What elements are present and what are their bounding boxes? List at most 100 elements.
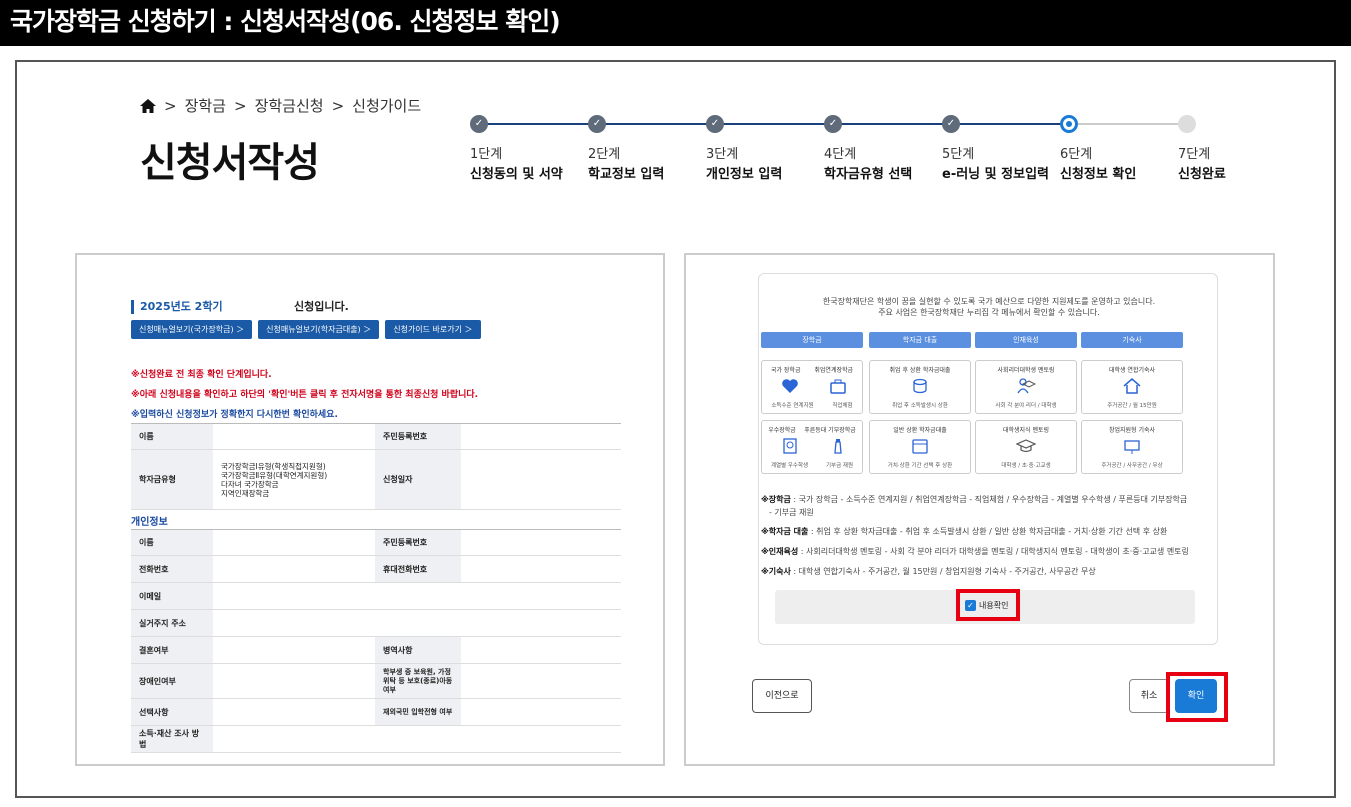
step-num: 7단계 — [1178, 147, 1211, 162]
label-rrn: 주민등록번호 — [375, 529, 461, 556]
type-value: 지역인재장학금 — [221, 488, 270, 498]
house-icon — [1123, 378, 1141, 394]
cancel-button[interactable]: 취소 — [1129, 679, 1169, 713]
award-icon — [783, 438, 797, 454]
scholarship-info-table: 이름 주민등록번호 학자금유형 국가장학금Ⅰ유형(학생직접지원형) 국가장학금Ⅱ유… — [131, 423, 621, 510]
manual-scholarship-button[interactable]: 신청매뉴얼보기(국가장학금) ＞ — [131, 320, 253, 339]
semester-label: 2025년도 2학기 신청입니다. — [131, 300, 349, 314]
header-title: 국가장학금 신청하기 : 신청서작성(06. 신청정보 확인) — [0, 0, 1351, 46]
step-name: 학자금유형 선택 — [824, 167, 913, 182]
breadcrumb-item-1[interactable]: 장학금 — [185, 95, 226, 116]
office-icon — [1124, 440, 1140, 454]
label-type: 학자금유형 — [131, 449, 213, 510]
value — [213, 636, 375, 664]
briefcase-icon — [830, 379, 846, 394]
check-icon: ✓ — [942, 115, 960, 133]
program-desc: 거치·상환 기간 선택 후 상환 — [887, 463, 953, 469]
pending-step-icon — [1178, 115, 1196, 133]
legend-dormitory: ※기숙사 : 대학생 연합기숙사 - 주거공간, 월 15만원 / 창업지원형 … — [759, 566, 1219, 577]
label-military: 병역사항 — [375, 636, 461, 664]
value — [213, 663, 375, 699]
step-num: 1단계 — [470, 147, 503, 162]
value-date — [461, 449, 621, 510]
program-desc: 기부금 재원 — [825, 463, 854, 469]
heart-icon — [782, 379, 798, 393]
home-icon[interactable] — [140, 98, 156, 113]
step-num: 2단계 — [588, 147, 621, 162]
label-income: 소득·재산 조사 방법 — [131, 725, 213, 753]
personal-info-table: 이름 주민등록번호 전화번호 휴대전화번호 이메일 실거주지 주소 결혼여부 병역사항… — [131, 529, 621, 753]
notice-2: ※아래 신청내용을 확인하고 하단의 '확인'버튼 클릭 후 전자서명을 통한 … — [131, 390, 479, 400]
legend-scholarship: ※장학금 : 국가 장학금 - 소득수준 연계지원 / 취업연계장학금 - 직업… — [759, 494, 1219, 505]
step-num: 4단계 — [824, 147, 857, 162]
program-title: 우수장학금 — [768, 427, 796, 434]
graduation-cap-icon — [1016, 439, 1036, 453]
label-disability: 장애인여부 — [131, 663, 213, 699]
value — [213, 582, 621, 610]
type-value: 국가장학금Ⅰ유형(학생직접지원형) — [221, 461, 326, 471]
checkbox-highlight — [956, 589, 1020, 621]
step-name: 신청동의 및 서약 — [470, 167, 563, 182]
previous-button[interactable]: 이전으로 — [752, 679, 812, 713]
label-name: 이름 — [131, 423, 213, 450]
program-title: 대학생 연합기숙사 — [1108, 367, 1156, 374]
col-talent: 인재육성 — [975, 332, 1077, 348]
program-title: 푸른등대 기부장학금 — [804, 427, 856, 434]
program-box: 국가 장학금 취업연계장학금 소득수준 연계지원 직업체험 — [761, 360, 863, 414]
program-desc-pair: 소득수준 연계지원 직업체험 — [762, 401, 862, 409]
check-icon: ✓ — [470, 115, 488, 133]
value-type: 국가장학금Ⅰ유형(학생직접지원형) 국가장학금Ⅱ유형(대학연계지원형) 다자녀 … — [213, 449, 375, 510]
program-desc-pair: 계열별 우수학생 기부금 재원 — [762, 461, 862, 469]
label-mobile: 휴대전화번호 — [375, 555, 461, 583]
step-5: ✓ 5단계 e-러닝 및 정보입력 — [942, 115, 1072, 182]
program-box: 대학생 연합기숙사 주거공간 / 월 15만원 — [1081, 360, 1183, 414]
breadcrumb-sep: > — [233, 96, 247, 115]
program-title-pair: 우수장학금 푸른등대 기부장학금 — [762, 425, 862, 434]
value — [213, 609, 621, 637]
page-title: 신청서작성 — [140, 140, 320, 186]
legend-value: : 국가 장학금 - 소득수준 연계지원 / 취업연계장학금 - 직업체험 / … — [790, 495, 1188, 504]
program-title: 일반 상환 학자금대출 — [893, 427, 947, 434]
step-num: 5단계 — [942, 147, 975, 162]
intro-line: 주요 사업은 한국장학재단 누리집 각 메뉴에서 확인할 수 있습니다. — [878, 308, 1100, 317]
breadcrumb-sep: > — [164, 96, 177, 115]
program-title: 국가 장학금 — [770, 367, 801, 374]
value — [213, 555, 375, 583]
legend-loan: ※학자금 대출 : 취업 후 상환 학자금대출 - 취업 후 소득발생시 상환 … — [759, 526, 1219, 537]
program-box: 사회리더대학생 멘토링 사회 각 분야 리더 / 대학생 — [975, 360, 1077, 414]
legend-value: : 사회리더대학생 멘토링 - 사회 각 분야 리더가 대학생을 멘토링 / 대… — [798, 547, 1189, 556]
intro-line: 한국장학재단은 학생이 꿈을 실현할 수 있도록 국가 예산으로 다양한 지원제… — [822, 297, 1156, 306]
breadcrumb-item-3[interactable]: 신청가이드 — [352, 95, 421, 116]
legend-value: : 취업 후 상환 학자금대출 - 취업 후 소득발생시 상환 / 일반 상환 … — [808, 527, 1168, 536]
label-rrn: 주민등록번호 — [375, 423, 461, 450]
step-3: ✓ 3단계 개인정보 입력 — [706, 115, 836, 182]
lighthouse-icon — [834, 439, 842, 454]
breadcrumb-item-2[interactable]: 장학금신청 — [255, 95, 324, 116]
program-desc: 대학생 / 초·중·고교생 — [1001, 463, 1051, 469]
program-desc: 주거공간 / 월 15만원 — [1107, 403, 1157, 409]
step-1: ✓ 1단계신청동의 및 서약 — [470, 115, 600, 182]
legend-value: : 대학생 연합기숙사 - 주거공간, 월 15만원 / 창업지원형 기숙사 -… — [790, 567, 1096, 576]
program-title: 사회리더대학생 멘토링 — [997, 367, 1055, 374]
value — [461, 636, 621, 664]
program-title-pair: 국가 장학금 취업연계장학금 — [762, 365, 862, 374]
step-name: 신청정보 확인 — [1060, 167, 1137, 182]
mentor-icon — [1017, 378, 1036, 394]
program-title: 취업 후 상환 학자금대출 — [889, 367, 951, 374]
section-personal: 개인정보 — [131, 517, 168, 528]
legend-key: ※장학금 — [761, 495, 791, 504]
semester-suffix: 신청입니다. — [294, 300, 349, 313]
program-box: 우수장학금 푸른등대 기부장학금 계열별 우수학생 기부금 재원 — [761, 420, 863, 474]
check-icon: ✓ — [706, 115, 724, 133]
step-num: 6단계 — [1060, 147, 1093, 162]
manual-loan-button[interactable]: 신청매뉴얼보기(학자금대출) ＞ — [258, 320, 380, 339]
program-desc: 계열별 우수학생 — [770, 463, 809, 469]
value — [461, 529, 621, 556]
coins-icon — [913, 378, 927, 394]
value — [461, 698, 621, 726]
col-dormitory: 기숙사 — [1081, 332, 1183, 348]
guide-button[interactable]: 신청가이드 바로가기 ＞ — [385, 320, 481, 339]
program-box: 대학생지식 멘토링 대학생 / 초·중·고교생 — [975, 420, 1077, 474]
value — [213, 698, 375, 726]
program-desc: 취업 후 소득발생시 상환 — [892, 403, 948, 409]
